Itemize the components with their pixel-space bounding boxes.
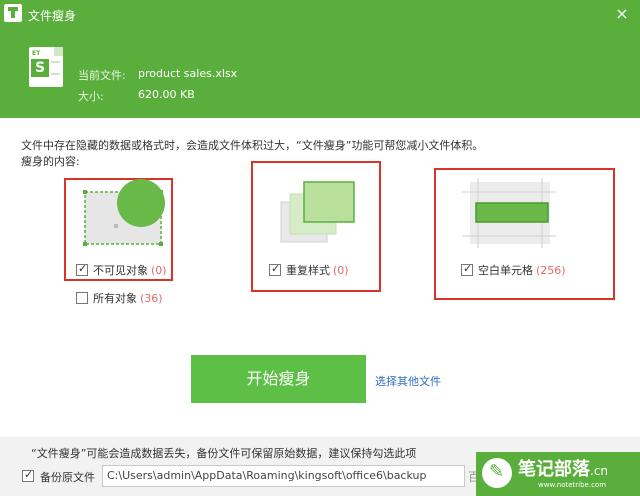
watermark-title: 笔记部落.cn — [518, 459, 609, 480]
app-icon — [4, 4, 22, 22]
size-label: 大小: — [78, 90, 104, 103]
invisible-objects-label: 不可见对象 — [93, 264, 148, 277]
header-panel: 文件瘦身 × ET S 当前文件: product sales.xlsx 大小:… — [0, 0, 640, 118]
title-bar: 文件瘦身 × — [0, 0, 640, 28]
current-file-value: product sales.xlsx — [138, 67, 238, 80]
backup-label: 备份原文件 — [40, 471, 95, 484]
current-file-label: 当前文件: — [78, 69, 126, 82]
all-objects-count: (36) — [140, 291, 163, 305]
pen-icon — [482, 458, 512, 488]
file-icon-lines — [51, 61, 60, 75]
warning-text: “文件瘦身”可能会造成数据丢失，备份文件可保留原始数据，建议保持勾选此项 — [31, 447, 417, 460]
blank-cells-illustration — [462, 178, 556, 248]
duplicate-styles-illustration — [280, 181, 355, 243]
blank-cells-checkbox[interactable] — [461, 262, 473, 276]
content-label: 瘦身的内容: — [21, 155, 80, 168]
file-icon-letter: S — [31, 59, 49, 77]
duplicate-styles-label: 重复样式 — [286, 264, 330, 277]
description-text: 文件中存在隐藏的数据或格式时，会造成文件体积过大，“文件瘦身”功能可帮您减小文件… — [21, 139, 484, 152]
invisible-objects-illustration — [83, 179, 165, 246]
duplicate-styles-count: (0) — [333, 263, 349, 277]
duplicate-styles-checkbox[interactable] — [269, 262, 281, 276]
option-duplicate-styles[interactable]: 重复样式 (0) — [269, 262, 349, 278]
option-blank-cells[interactable]: 空白单元格 (256) — [461, 262, 566, 278]
spreadsheet-file-icon: ET S — [29, 47, 63, 87]
all-objects-checkbox[interactable] — [76, 292, 88, 304]
option-invisible-objects[interactable]: 不可见对象 (0) — [76, 262, 167, 278]
option-all-objects[interactable]: 所有对象 (36) — [76, 290, 163, 306]
backup-checkbox[interactable] — [22, 468, 34, 482]
start-slim-button[interactable]: 开始瘦身 — [191, 355, 366, 403]
close-button[interactable]: × — [610, 2, 634, 26]
backup-path-field[interactable]: C:\Users\admin\AppData\Roaming\kingsoft\… — [102, 465, 465, 487]
window-title: 文件瘦身 — [28, 9, 77, 23]
watermark: 笔记部落.cn www.notetribe.com — [476, 452, 640, 496]
size-value: 620.00 KB — [138, 88, 195, 101]
file-icon-badge: ET — [32, 50, 41, 57]
blank-cells-label: 空白单元格 — [478, 264, 533, 277]
blank-cells-count: (256) — [536, 263, 566, 277]
all-objects-label: 所有对象 — [93, 292, 137, 305]
file-fold — [54, 47, 63, 56]
invisible-objects-checkbox[interactable] — [76, 262, 88, 276]
invisible-objects-count: (0) — [151, 263, 167, 277]
choose-other-file-link[interactable]: 选择其他文件 — [375, 373, 441, 389]
watermark-url: www.notetribe.com — [538, 481, 607, 489]
